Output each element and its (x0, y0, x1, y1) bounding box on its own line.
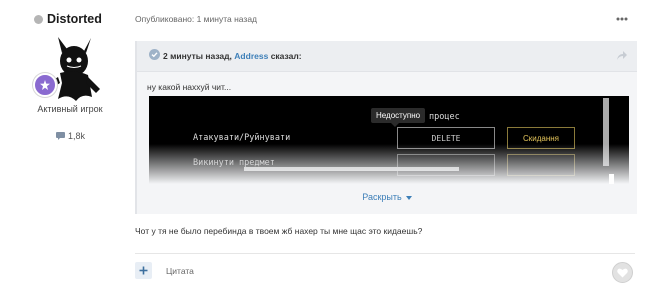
online-status-dot (34, 14, 43, 24)
reputation: 1,8k (56, 131, 85, 141)
expand-quote-button[interactable]: Раскрыть (137, 192, 637, 202)
chevron-down-icon (405, 195, 412, 200)
rank-star-icon (40, 80, 50, 90)
tooltip: Недоступно (371, 108, 426, 127)
post-divider (135, 253, 635, 254)
rank-badge (33, 73, 57, 97)
reputation-count: 1,8k (68, 131, 86, 141)
go-to-quote-icon[interactable] (617, 51, 627, 60)
screenshot-delete-key: DELETE (397, 127, 495, 149)
quoted-screenshot[interactable]: Недоступно процес Атакувати/Руйнувати DE… (149, 96, 629, 184)
screenshot-row-label-2: Викинути предмет (193, 158, 275, 168)
quote-header: 2 минуты назад, Address сказал: (137, 41, 637, 72)
expand-label: Раскрыть (362, 192, 402, 202)
multiquote-button[interactable] (135, 262, 152, 279)
screenshot-key-2 (397, 154, 495, 176)
author-name-row: Distorted (34, 12, 102, 26)
quote-user-link[interactable]: Address (234, 51, 268, 61)
plus-icon (139, 266, 148, 275)
screenshot-divider (244, 167, 459, 171)
screenshot-row-label: Атакувати/Руйнувати (193, 133, 291, 143)
quote-time: 2 минуты назад, (163, 51, 232, 61)
post-body: Чот у тя не было перебинда в твоем жб на… (135, 226, 423, 236)
post-meta[interactable]: Опубликовано: 1 минута назад (135, 14, 257, 24)
reaction-button[interactable] (612, 262, 633, 283)
heart-icon (617, 268, 628, 277)
quote-said: сказал: (270, 51, 302, 61)
quote-attribution: 2 минуты назад, Address сказал: (163, 51, 302, 61)
more-options-icon[interactable] (616, 16, 628, 22)
screenshot-scroll-thumb (609, 174, 614, 184)
quote-button[interactable]: Цитата (166, 266, 194, 276)
comment-icon (56, 132, 65, 140)
author-name[interactable]: Distorted (47, 12, 102, 26)
screenshot-scrollbar (603, 98, 609, 166)
author-panel: Distorted Активный игрок 1,8k (0, 0, 122, 288)
quote-text: ну какой наххуй чит... (147, 82, 232, 92)
author-title: Активный игрок (37, 104, 103, 114)
screenshot-reset-button: Скидання (507, 127, 575, 149)
screenshot-process-label: процес (429, 112, 460, 122)
quote-check-icon (149, 49, 160, 60)
screenshot-reset-button-2 (507, 154, 575, 176)
quote-block: 2 минуты назад, Address сказал: ну какой… (135, 41, 637, 214)
